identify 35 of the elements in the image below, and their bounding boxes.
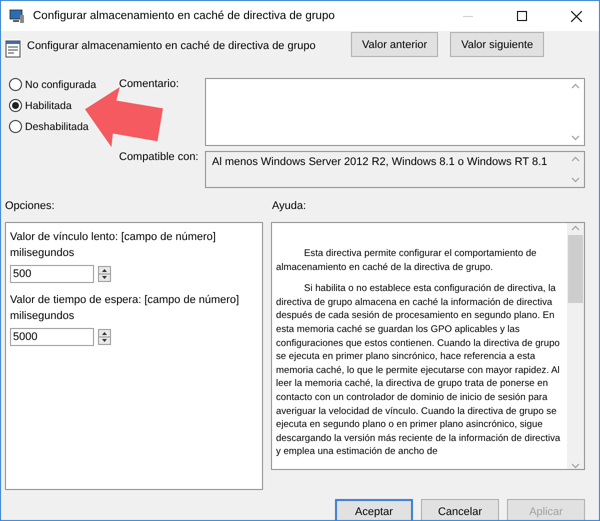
- radio-option[interactable]: Deshabilitada: [9, 120, 89, 133]
- scroll-down-icon[interactable]: [571, 463, 580, 469]
- navigation-button[interactable]: Valor anterior: [351, 32, 438, 57]
- radio-option[interactable]: Habilitada: [9, 99, 72, 112]
- comment-label: Comentario:: [119, 78, 180, 90]
- scroll-up-icon[interactable]: [571, 225, 580, 231]
- navigation-button[interactable]: Valor siguiente: [450, 32, 544, 57]
- scrollbar[interactable]: [567, 223, 584, 469]
- option-label: Valor de tiempo de espera: [campo de número] milisegundos: [10, 293, 240, 324]
- dialog-button[interactable]: Cancelar: [421, 499, 499, 520]
- spinner-arrows-icon[interactable]: [98, 329, 111, 345]
- window-title: Configurar almacenamiento en caché de directiva de grupo: [33, 10, 336, 22]
- option-label: Valor de vínculo lento: [campo de número] milisegundos: [10, 230, 217, 261]
- number-field[interactable]: 500: [10, 265, 94, 283]
- scroll-up-icon[interactable]: [571, 156, 580, 162]
- policy-icon: [5, 40, 21, 58]
- policy-title: Configurar almacenamiento en caché de directiva de grupo: [27, 40, 317, 52]
- supported-label: Compatible con:: [119, 151, 200, 163]
- supported-on-field: Al menos Windows Server 2012 R2, Windows 8.1 o Windows RT 8.1: [205, 151, 585, 188]
- maximize-icon[interactable]: [517, 11, 527, 21]
- scroll-down-icon[interactable]: [571, 135, 580, 141]
- spinner-arrows-icon[interactable]: [98, 266, 111, 282]
- comment-field[interactable]: [205, 78, 585, 146]
- scroll-up-icon[interactable]: [571, 83, 580, 89]
- scroll-down-icon[interactable]: [571, 177, 580, 183]
- scrollbar-thumb[interactable]: [568, 235, 583, 303]
- radio-option[interactable]: No configurada: [9, 78, 96, 91]
- close-icon[interactable]: [570, 10, 582, 22]
- help-paragraph: Esta directiva permite configurar el comportamiento de almacenamiento en caché de la directiva de grupo.: [276, 247, 538, 274]
- dialog-button[interactable]: Aceptar: [335, 499, 413, 520]
- help-label: Ayuda:: [272, 200, 306, 212]
- number-field[interactable]: 5000: [10, 328, 94, 346]
- options-label: Opciones:: [5, 200, 56, 212]
- computer-icon: [9, 8, 25, 24]
- help-paragraph: Si habilita o no establece esta configuración de directiva, la directiva de grupo almacena en caché la información de directiva después de cada sesión de procesamiento en segundo plano. En esta memoria caché se guardan los GPO aplicables y las configuraciones que estos contienen. Cuando la directiva de grupo se ejecuta en primer plano sincrónico, hace referencia a esta memoria caché, lo que le permite ejecutarse con mayor rapidez. Al leer la memoria caché, la directiva de grupo trata de ponerse en contacto con un controlador de dominio de inicio de sesión para averiguar la velocidad de vínculo. Cuando la directiva de grupo se ejecuta en segundo plano o en primer plano asincrónico, sigue descargando la versión más reciente de la información de directiva y emplea una estimación de ancho de: [276, 282, 562, 459]
